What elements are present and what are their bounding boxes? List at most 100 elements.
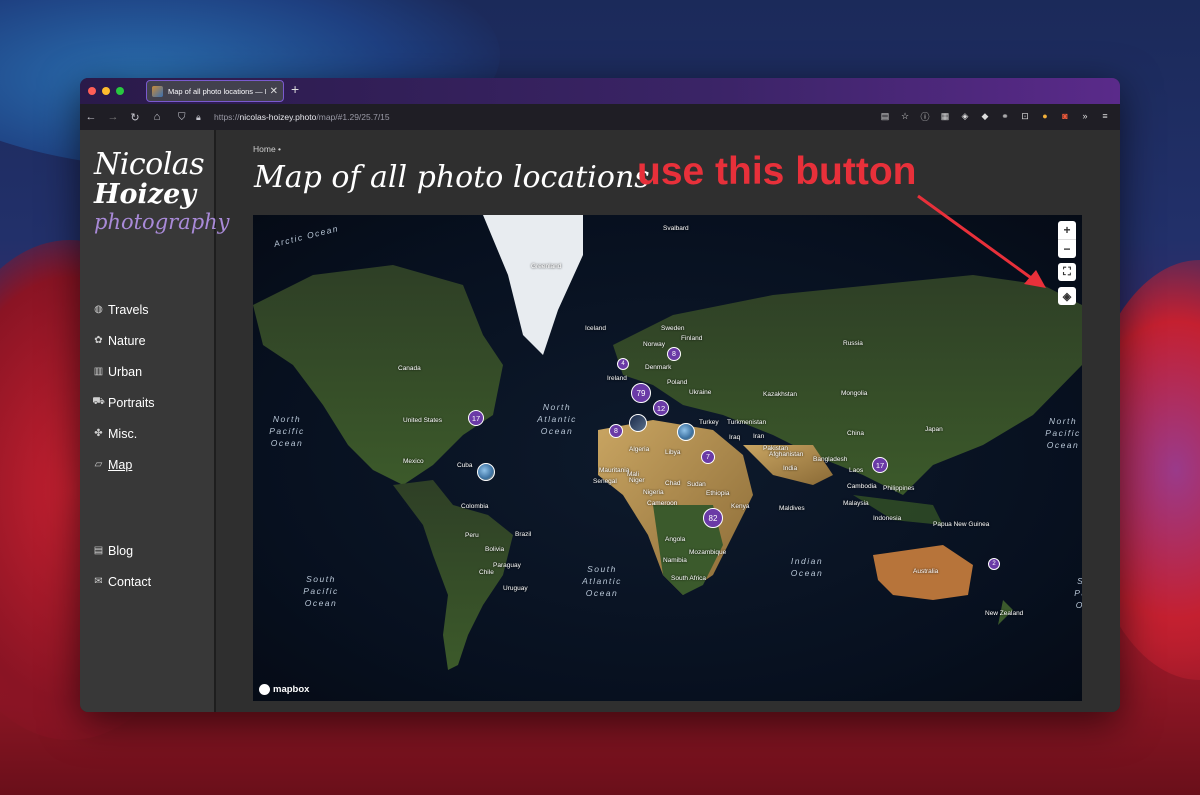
country-label: Cuba [457, 462, 473, 469]
country-label: Turkmenistan [727, 419, 767, 426]
photo-marker[interactable] [677, 423, 695, 441]
country-label: Finland [681, 335, 703, 342]
address-bar[interactable]: ⛉ 🔒︎ https://nicolas-hoizey.photo/map/#1… [176, 107, 896, 127]
photo-marker[interactable] [629, 414, 647, 432]
ocean-label: North Pacific Ocean [1045, 416, 1081, 450]
reload-icon[interactable]: ↻ [124, 111, 146, 124]
cluster-marker[interactable]: 8 [667, 347, 681, 361]
mask-extension-icon[interactable]: ◆ [978, 109, 992, 123]
country-label: Russia [843, 340, 863, 347]
photo-marker[interactable] [477, 463, 495, 481]
puzzle-icon: ✤ [94, 428, 103, 439]
logo-line3: photography [94, 210, 230, 234]
country-label: United States [403, 417, 443, 424]
cluster-marker[interactable]: 7 [701, 450, 715, 464]
nav-item-blog[interactable]: ▤ Blog [93, 535, 151, 566]
logo-line2: Hoizey [94, 179, 196, 210]
nav-item-urban[interactable]: ▥ Urban [93, 356, 155, 387]
nav-item-misc[interactable]: ✤ Misc. [93, 418, 155, 449]
nav-item-nature[interactable]: ✿ Nature [93, 325, 155, 356]
browser-tab[interactable]: Map of all photo locations — Nic ✕ [146, 80, 284, 102]
country-label: Mauritania [599, 467, 630, 474]
tab-title: Map of all photo locations — Nic [168, 86, 266, 96]
puzzle-extension-icon[interactable]: ◈ [958, 109, 972, 123]
envelope-icon: ✉ [94, 576, 103, 587]
forward-icon[interactable]: → [102, 111, 124, 123]
annotation-arrow [917, 194, 1046, 288]
logo-line1: Nicolas [94, 147, 205, 182]
car-icon: ⛟ [92, 396, 105, 407]
mapbox-logo-icon [259, 684, 270, 695]
country-label: Angola [665, 536, 686, 543]
home-icon[interactable]: ⌂ [146, 111, 168, 123]
screenshot-extension-icon[interactable]: ⊡ [1018, 109, 1032, 123]
link-extension-icon[interactable]: ⚭ [998, 109, 1012, 123]
grid-extension-icon[interactable]: ▦ [938, 109, 952, 123]
country-label: Senegal [593, 478, 617, 485]
sidebar: Nicolas Hoizey photography ◍ Travels ✿ Nat… [80, 130, 230, 712]
country-label: Paraguay [493, 562, 521, 569]
page-title: Map of all photo locations [254, 160, 650, 195]
site-logo[interactable]: Nicolas Hoizey photography [94, 147, 230, 235]
country-label: Cameroon [647, 500, 678, 507]
country-label: Algeria [629, 446, 650, 453]
country-label: Iceland [585, 325, 606, 332]
camera-extension-icon[interactable]: ◙ [1058, 109, 1072, 123]
country-label: Iraq [729, 434, 741, 441]
country-label: Nigeria [643, 489, 664, 496]
cluster-marker[interactable]: 17 [872, 457, 888, 473]
cluster-marker[interactable]: 4 [617, 358, 629, 370]
overflow-icon[interactable]: » [1078, 109, 1092, 123]
country-label: South Africa [671, 575, 707, 582]
close-tab-icon[interactable]: ✕ [270, 86, 278, 97]
minimize-window-button[interactable] [102, 87, 110, 95]
info-extension-icon[interactable]: ⓘ [918, 109, 932, 123]
nav-item-map[interactable]: ▱ Map [93, 449, 155, 480]
country-label: Indonesia [873, 515, 902, 522]
reader-view-icon[interactable]: ▤ [878, 109, 892, 123]
country-label: Kenya [731, 503, 750, 510]
country-label: Sweden [661, 325, 685, 332]
nav-item-travels[interactable]: ◍ Travels [93, 294, 155, 325]
country-label: Australia [913, 568, 939, 575]
nav-item-contact[interactable]: ✉ Contact [93, 566, 151, 597]
country-label: Mozambique [689, 549, 727, 556]
country-label: Japan [925, 426, 943, 433]
cluster-marker[interactable]: 12 [653, 400, 669, 416]
country-label: Denmark [645, 364, 672, 371]
cluster-marker[interactable]: 8 [609, 424, 623, 438]
lock-icon[interactable]: 🔒︎ [196, 112, 201, 123]
country-label: Ethiopia [706, 490, 730, 497]
ocean-label: South Atlantic Ocean [582, 564, 622, 598]
menu-icon[interactable]: ≡ [1098, 109, 1112, 123]
country-label: Ukraine [689, 389, 712, 396]
bookmark-star-icon[interactable]: ☆ [898, 109, 912, 123]
breadcrumb[interactable]: Home • [253, 144, 281, 154]
country-label: Chad [665, 480, 681, 487]
favicon-icon [152, 85, 163, 97]
country-label: Afghanistan [769, 451, 804, 458]
ocean-label: Indian Ocean [790, 556, 824, 578]
shield-icon[interactable]: ⛉ [178, 112, 186, 123]
country-label: India [783, 465, 798, 472]
ocean-label: North Pacific Ocean [269, 414, 305, 448]
cluster-marker[interactable]: 17 [468, 410, 484, 426]
map-icon: ▱ [94, 459, 103, 470]
back-icon[interactable]: ← [80, 111, 102, 123]
country-label: Greenland [531, 263, 562, 270]
country-label: Malaysia [843, 500, 869, 507]
close-window-button[interactable] [88, 87, 96, 95]
cookie-extension-icon[interactable]: ● [1038, 109, 1052, 123]
cluster-marker[interactable]: 79 [631, 383, 651, 403]
country-label: Bolivia [485, 546, 505, 553]
mapbox-attribution[interactable]: mapbox [259, 684, 309, 695]
new-tab-icon[interactable]: + [291, 81, 299, 97]
cluster-marker[interactable]: 82 [703, 508, 723, 528]
flower-icon: ✿ [94, 335, 103, 346]
globe-icon: ◍ [94, 304, 103, 315]
cluster-marker[interactable]: 2 [988, 558, 1000, 570]
secondary-nav: ▤ Blog ✉ Contact [93, 535, 151, 597]
nav-item-portraits[interactable]: ⛟ Portraits [92, 387, 154, 418]
zoom-window-button[interactable] [116, 87, 124, 95]
main-content: Home • Map of all photo locations use th… [216, 130, 1120, 712]
